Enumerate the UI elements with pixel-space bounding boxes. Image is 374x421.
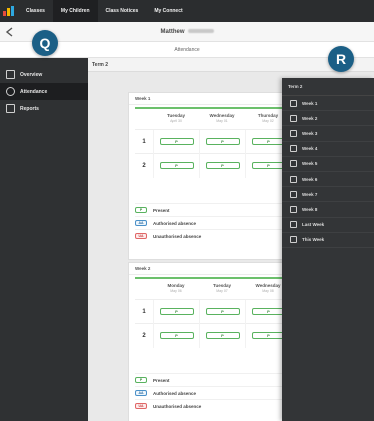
attendance-mark[interactable]: P <box>159 138 194 145</box>
week-option[interactable]: Week 2 <box>282 111 374 127</box>
week-option-label: Week 3 <box>302 130 318 136</box>
day-header: Tuesday April 30 <box>153 109 199 129</box>
period-number: 1 <box>142 138 146 145</box>
checkbox-icon[interactable] <box>290 205 297 213</box>
attendance-mark[interactable]: P <box>205 308 240 315</box>
week-option[interactable]: Week 4 <box>282 142 374 157</box>
sidebar-item-label: Attendance <box>20 88 48 95</box>
day-header: Monday May 06 <box>153 279 199 299</box>
week-option[interactable]: Week 5 <box>282 157 374 172</box>
present-badge: P <box>135 377 147 383</box>
checkbox-icon[interactable] <box>290 175 297 183</box>
week-option[interactable]: Week 6 <box>282 172 374 188</box>
present-badge: P <box>135 207 147 213</box>
sidebar: Overview Attendance Reports <box>0 58 88 421</box>
checkbox-icon[interactable] <box>290 99 297 107</box>
checkbox-icon[interactable] <box>290 114 297 122</box>
week-option-label: Last Week <box>302 222 325 228</box>
week-option-label: Week 8 <box>302 206 318 212</box>
checkbox-icon[interactable] <box>290 129 297 137</box>
nav-classes[interactable]: Classes <box>18 0 53 22</box>
week-option[interactable]: Last Week <box>282 218 374 233</box>
day-header: Wednesday May 01 <box>199 109 245 129</box>
summary-label: Unauthorised absence <box>153 233 202 239</box>
attendance-mark[interactable]: P <box>205 138 240 145</box>
authorised-badge: AA <box>135 220 147 226</box>
week-option-label: Week 2 <box>302 115 318 121</box>
week-option-label: Week 5 <box>302 161 318 167</box>
summary-label: Present <box>153 207 170 213</box>
checkbox-icon[interactable] <box>290 190 297 198</box>
period-number: 2 <box>142 162 146 169</box>
checkbox-icon[interactable] <box>290 160 297 168</box>
overview-icon <box>6 70 15 79</box>
attendance-mark[interactable]: P <box>251 332 286 339</box>
attendance-mark[interactable]: P <box>251 162 286 169</box>
week-option-label: Week 6 <box>302 176 318 182</box>
attendance-mark[interactable]: P <box>251 308 286 315</box>
week-selector-panel: Term 2 Week 1 Week 2 Week 3 Week 4 Week … <box>282 78 374 421</box>
nav-my-connect[interactable]: My Connect <box>146 0 190 22</box>
reports-icon <box>6 104 15 113</box>
redacted-surname <box>187 29 214 34</box>
unauthorised-badge: UA <box>135 233 147 239</box>
summary-label: Authorised absence <box>153 220 197 226</box>
summary-label: Authorised absence <box>153 390 197 396</box>
sidebar-item-label: Overview <box>20 71 43 78</box>
period-number: 2 <box>142 332 146 339</box>
clock-icon <box>6 87 15 96</box>
day-date: May 01 <box>216 119 228 123</box>
attendance-mark[interactable]: P <box>251 138 286 145</box>
sidebar-item-reports[interactable]: Reports <box>0 100 88 117</box>
attendance-mark[interactable]: P <box>159 162 194 169</box>
unauthorised-badge: UA <box>135 403 147 409</box>
day-name: Tuesday <box>167 113 185 118</box>
authorised-badge: AA <box>135 390 147 396</box>
attendance-mark[interactable]: P <box>159 332 194 339</box>
week-option[interactable]: Week 3 <box>282 126 374 142</box>
sidebar-item-attendance[interactable]: Attendance <box>0 83 88 100</box>
summary-label: Present <box>153 377 170 383</box>
checkbox-icon[interactable] <box>290 236 297 244</box>
attendance-mark[interactable]: P <box>205 162 240 169</box>
week-option[interactable]: Week 7 <box>282 187 374 203</box>
checkbox-icon[interactable] <box>290 145 297 153</box>
week-option-label: Week 4 <box>302 146 318 152</box>
attendance-mark[interactable]: P <box>205 332 240 339</box>
summary-label: Unauthorised absence <box>153 403 202 409</box>
callout-r: R <box>328 46 354 72</box>
day-header: Tuesday May 07 <box>199 279 245 299</box>
period-number: 1 <box>142 308 146 315</box>
sidebar-item-label: Reports <box>20 105 39 112</box>
callout-q: Q <box>32 30 58 56</box>
user-name: Matthew <box>160 29 185 35</box>
day-name: Tuesday <box>213 283 231 288</box>
day-date: May 07 <box>216 289 228 293</box>
nav-class-notices[interactable]: Class Notices <box>98 0 147 22</box>
panel-title: Term 2 <box>282 78 374 96</box>
sidebar-item-overview[interactable]: Overview <box>0 66 88 83</box>
week-option-label: Week 1 <box>302 100 318 106</box>
week-option[interactable]: This Week <box>282 233 374 248</box>
day-name: Wednesday <box>209 113 235 118</box>
week-option[interactable]: Week 1 <box>282 96 374 112</box>
attendance-mark[interactable]: P <box>159 308 194 315</box>
checkbox-icon[interactable] <box>290 221 297 229</box>
week-option[interactable]: Week 8 <box>282 202 374 218</box>
day-date: May 06 <box>170 289 182 293</box>
app-logo[interactable] <box>0 0 18 22</box>
nav-my-children[interactable]: My Children <box>52 0 98 22</box>
day-date: April 30 <box>170 119 182 123</box>
top-navigation: Classes My Children Class Notices My Con… <box>0 0 374 22</box>
day-name: Monday <box>167 283 185 288</box>
week-option-label: This Week <box>302 237 325 243</box>
week-option-label: Week 7 <box>302 191 318 197</box>
